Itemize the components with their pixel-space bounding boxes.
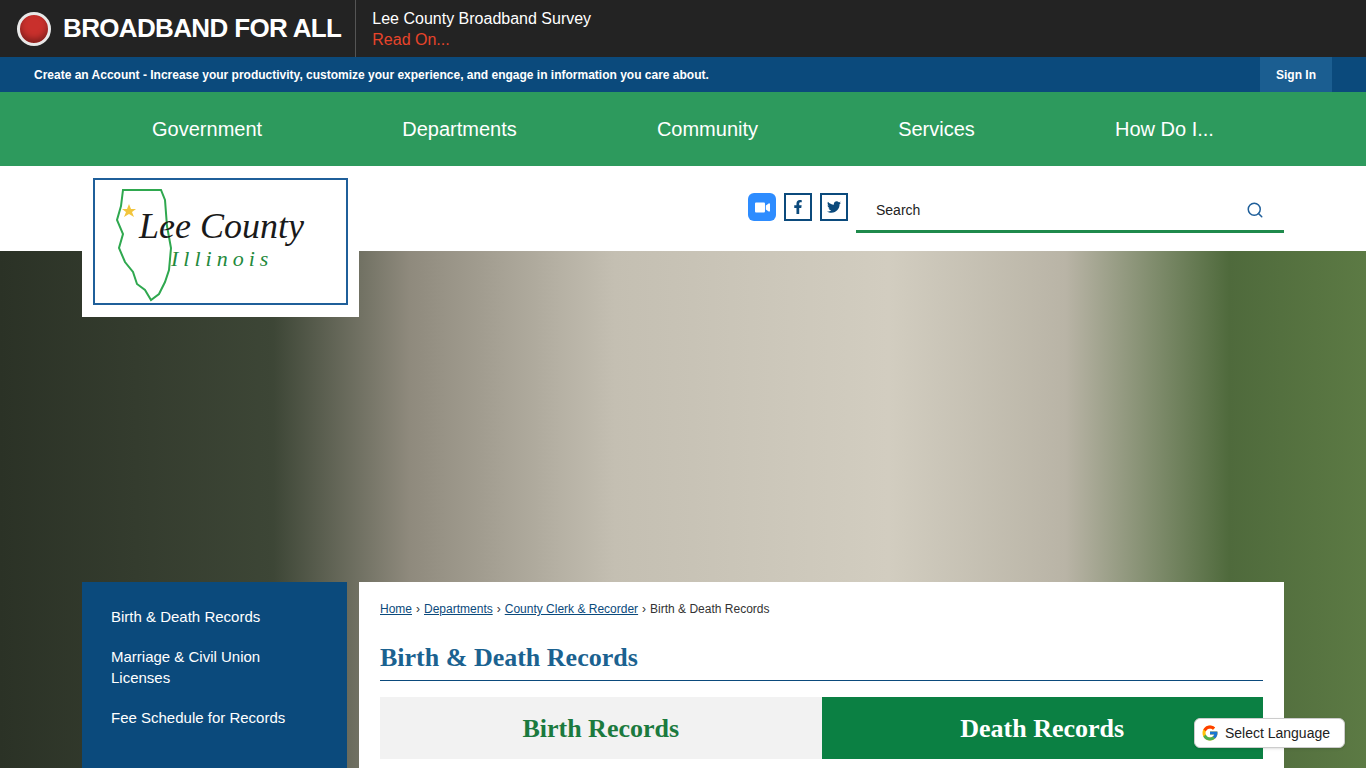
translate-widget[interactable]: Select Language (1194, 718, 1345, 748)
zoom-icon[interactable] (748, 193, 776, 221)
broadband-banner: BROADBAND FOR ALL Lee County Broadband Su… (0, 0, 1366, 57)
google-icon (1201, 724, 1219, 742)
search-icon[interactable] (1246, 201, 1264, 219)
banner-headline: Lee County Broadband Survey (372, 8, 591, 29)
breadcrumb-separator: › (497, 600, 501, 618)
breadcrumb-separator: › (642, 600, 646, 618)
banner-title: BROADBAND FOR ALL (63, 9, 341, 48)
sidebar-item[interactable]: Fee Schedule for Records (111, 707, 318, 728)
search-placeholder: Search (876, 200, 920, 221)
breadcrumb-item[interactable]: Home (380, 600, 412, 618)
hero-photo: Birth & Death Records Marriage & Civil Un… (0, 251, 1366, 768)
nav-item[interactable]: Departments (402, 114, 517, 144)
main-nav: Government Departments Community Services Ho… (0, 92, 1366, 166)
sidebar-item[interactable]: Birth & Death Records (111, 606, 318, 627)
sidebar: Birth & Death Records Marriage & Civil Un… (82, 582, 347, 768)
breadcrumb-separator: › (416, 600, 420, 618)
alert-icon (17, 12, 51, 46)
translate-label: Select Language (1225, 723, 1338, 744)
banner-link[interactable]: Read On... (372, 29, 591, 50)
banner-message: Lee County Broadband SurveyRead On... (372, 8, 591, 50)
logo: Lee CountyIllinois (93, 178, 348, 305)
account-message[interactable]: Create an Account - Increase your produc… (34, 66, 709, 84)
social-links (748, 193, 848, 221)
breadcrumb-item: Birth & Death Records (650, 600, 769, 618)
content-area: Birth & Death Records Marriage & Civil Un… (0, 251, 1366, 768)
page-title: Birth & Death Records (380, 642, 1263, 681)
record-tabs: Birth RecordsDeath Records (380, 697, 1263, 759)
logo-box[interactable]: Lee CountyIllinois (82, 166, 359, 317)
nav-item[interactable]: Community (657, 114, 758, 144)
logo-line1: Lee County (139, 206, 304, 246)
banner-divider (355, 0, 356, 57)
page: BROADBAND FOR ALL Lee County Broadband Su… (0, 0, 1366, 768)
logo-line2: Illinois (171, 246, 273, 272)
breadcrumb-item[interactable]: Departments (424, 600, 493, 618)
sign-in-button[interactable]: Sign In (1260, 57, 1332, 92)
sidebar-item[interactable]: Marriage & Civil Union Licenses (111, 646, 318, 688)
twitter-icon[interactable] (820, 193, 848, 221)
nav-item[interactable]: Services (898, 114, 975, 144)
main-content: Home›Departments›County Clerk & Recorder… (359, 582, 1284, 768)
facebook-icon[interactable] (784, 193, 812, 221)
nav-item[interactable]: How Do I... (1115, 114, 1214, 144)
nav-item[interactable]: Government (152, 114, 262, 144)
record-tab[interactable]: Birth Records (380, 697, 822, 759)
breadcrumb: Home›Departments›County Clerk & Recorder… (380, 600, 1263, 618)
breadcrumb-item[interactable]: County Clerk & Recorder (505, 600, 638, 618)
account-bar: Create an Account - Increase your produc… (0, 57, 1366, 92)
search-field[interactable]: Search (856, 190, 1284, 233)
header: Lee CountyIllinoisSearch (0, 166, 1366, 251)
